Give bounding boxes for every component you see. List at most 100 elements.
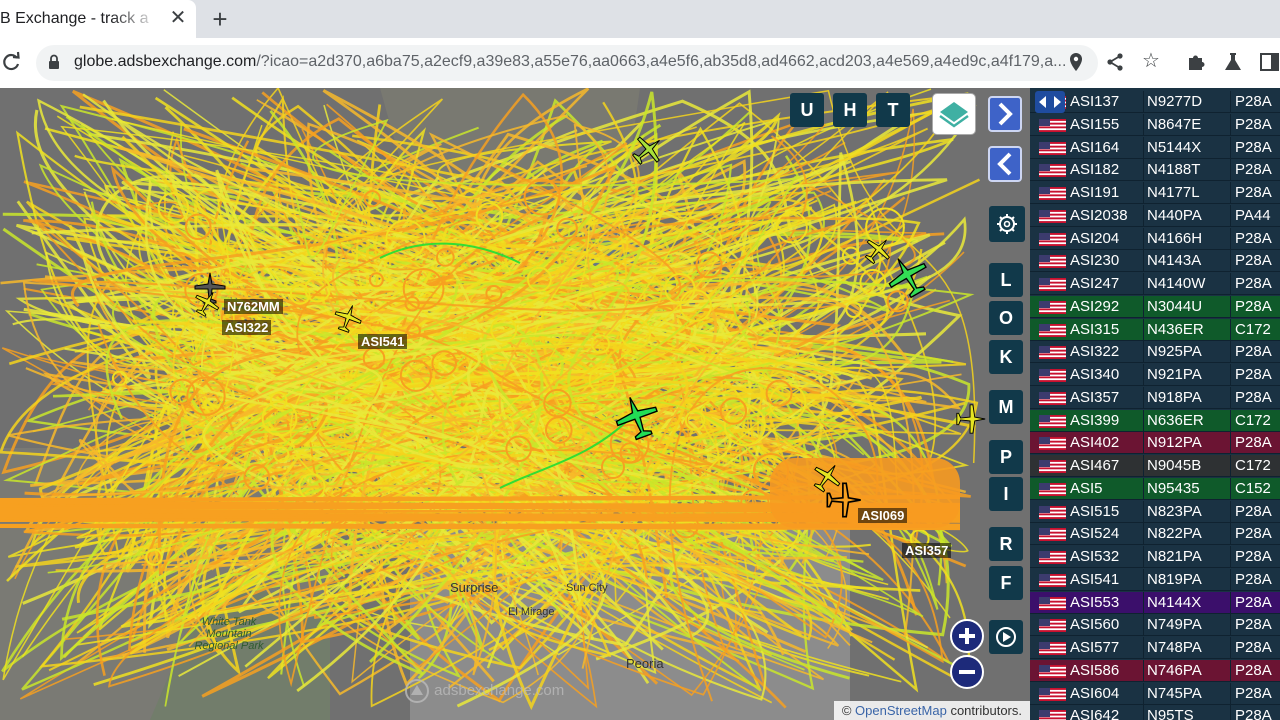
url-query: /?icao=a2d370,a6ba75,a2ecf9,a39e83,a55e7… (256, 53, 1067, 70)
table-row[interactable]: ASI155 N8647E P28A (1030, 113, 1280, 136)
aircraft-label[interactable]: ASI322 (222, 320, 272, 335)
callsign-cell: ASI553 (1070, 593, 1120, 611)
callsign-cell: ASI230 (1070, 252, 1120, 270)
aircraft-label[interactable]: ASI069 (858, 508, 908, 523)
column-divider (1143, 113, 1144, 136)
attribution-copyright: © (841, 703, 852, 718)
table-row[interactable]: ASI2038 N440PA PA44 (1030, 204, 1280, 227)
flight-map[interactable]: Surprise Sun City El Mirage White Tank M… (0, 88, 1030, 720)
column-divider (1230, 273, 1231, 295)
table-row[interactable]: ASI204 N4166H P28A (1030, 227, 1280, 250)
table-row[interactable]: ASI399 N636ER C172 (1030, 409, 1280, 432)
table-row[interactable]: ASI642 N95TS P28A (1030, 705, 1280, 720)
toggle-r-button[interactable]: R (989, 527, 1023, 561)
table-row[interactable]: ASI553 N4144X P28A (1030, 591, 1280, 614)
aircraft-type-cell: PA44 (1235, 206, 1271, 224)
expand-panel-button[interactable] (988, 96, 1022, 132)
table-row[interactable]: ASI340 N921PA P28A (1030, 364, 1280, 386)
aircraft-icon[interactable] (332, 302, 364, 334)
toggle-m-button[interactable]: M (989, 390, 1023, 424)
toggle-i-button[interactable]: I (989, 477, 1023, 511)
zoom-out-button[interactable] (950, 655, 984, 689)
callsign-cell: ASI642 (1070, 707, 1120, 720)
table-row[interactable]: ASI586 N746PA P28A (1030, 659, 1280, 682)
replay-button[interactable] (989, 620, 1023, 654)
table-row[interactable]: ASI5 N95435 C152 (1030, 477, 1280, 500)
column-divider (1230, 477, 1231, 500)
table-row[interactable]: ASI577 N748PA P28A (1030, 637, 1280, 659)
aircraft-icon[interactable] (192, 288, 222, 318)
table-row[interactable]: ASI515 N823PA P28A (1030, 500, 1280, 523)
us-flag-icon (1039, 551, 1066, 564)
url-text[interactable]: globe.adsbexchange.com/?icao=a2d370,a6ba… (74, 53, 1084, 71)
table-row[interactable]: ASI292 N3044U P28A (1030, 295, 1280, 318)
toggle-f-button[interactable]: F (989, 566, 1023, 600)
us-flag-icon (1039, 164, 1066, 178)
aircraft-label[interactable]: ASI357 (902, 543, 952, 558)
table-row[interactable]: ASI357 N918PA P28A (1030, 386, 1280, 409)
aircraft-icon[interactable] (630, 132, 666, 168)
callsign-cell: ASI137 (1070, 93, 1120, 110)
toggle-o-button[interactable]: O (989, 301, 1023, 335)
table-row[interactable]: ASI541 N819PA P28A (1030, 568, 1280, 591)
column-divider (1143, 386, 1144, 409)
toggle-k-button[interactable]: K (989, 340, 1023, 374)
table-row[interactable]: ASI560 N749PA P28A (1030, 614, 1280, 637)
browser-tab[interactable]: B Exchange - track a ✕ (0, 0, 196, 38)
column-divider (1230, 705, 1231, 720)
callsign-cell: ASI191 (1070, 184, 1120, 201)
table-row[interactable]: ASI524 N822PA P28A (1030, 523, 1280, 546)
location-pin-icon[interactable] (1068, 52, 1084, 72)
aircraft-icon[interactable] (612, 392, 662, 442)
table-row[interactable]: ASI604 N745PA P28A (1030, 682, 1280, 705)
column-divider (1143, 546, 1144, 568)
toggle-l-button[interactable]: L (989, 263, 1023, 297)
column-divider (1143, 136, 1144, 159)
aircraft-label[interactable]: N762MM (224, 299, 283, 314)
chevron-right-icon (998, 102, 1013, 126)
table-row[interactable]: ASI532 N821PA P28A (1030, 546, 1280, 568)
tab-close-icon[interactable]: ✕ (166, 6, 190, 30)
table-row[interactable]: ASI164 N5144X P28A (1030, 136, 1280, 159)
aircraft-type-cell: P28A (1235, 548, 1272, 565)
lock-icon[interactable] (48, 54, 60, 70)
table-row[interactable]: ASI467 N9045B C172 (1030, 455, 1280, 477)
aircraft-icon[interactable] (954, 402, 988, 436)
address-bar[interactable]: globe.adsbexchange.com/?icao=a2d370,a6ba… (36, 45, 1098, 81)
zoom-in-button[interactable] (950, 619, 984, 653)
openstreetmap-link[interactable]: OpenStreetMap (855, 703, 947, 718)
aircraft-label[interactable]: ASI541 (358, 334, 408, 349)
side-panel-icon[interactable] (1260, 52, 1280, 72)
bookmark-star-icon[interactable]: ☆ (1142, 48, 1160, 73)
collapse-panel-button[interactable] (988, 146, 1022, 182)
table-row[interactable]: ASI182 N4188T P28A (1030, 159, 1280, 182)
table-row[interactable]: ASI402 N912PA P28A (1030, 432, 1280, 455)
labs-flask-icon[interactable] (1224, 52, 1242, 72)
column-divider (1143, 182, 1144, 204)
toggle-u-button[interactable]: U (790, 93, 824, 127)
reload-icon[interactable] (0, 50, 22, 74)
column-divider (1230, 341, 1231, 364)
column-divider (1230, 364, 1231, 386)
table-row[interactable]: ASI191 N4177L P28A (1030, 182, 1280, 204)
aircraft-icon[interactable] (884, 252, 932, 300)
table-row[interactable]: ASI230 N4143A P28A (1030, 250, 1280, 273)
table-row[interactable]: ASI322 N925PA P28A (1030, 341, 1280, 364)
table-row[interactable]: ASI137 N9277D P28A (1030, 91, 1280, 113)
resize-table-button[interactable] (1035, 91, 1065, 113)
aircraft-type-cell: P28A (1235, 388, 1272, 406)
extensions-puzzle-icon[interactable] (1186, 52, 1206, 72)
new-tab-button[interactable]: + (206, 5, 234, 33)
toggle-t-button[interactable]: T (876, 93, 910, 127)
settings-button[interactable] (989, 206, 1025, 242)
toggle-p-button[interactable]: P (989, 440, 1023, 474)
share-icon[interactable] (1106, 52, 1124, 72)
toggle-h-button[interactable]: H (833, 93, 867, 127)
aircraft-type-cell: C172 (1235, 457, 1271, 474)
table-row[interactable]: ASI315 N436ER C172 (1030, 318, 1280, 341)
registration-cell: N819PA (1147, 570, 1202, 588)
minus-icon (959, 670, 975, 674)
aircraft-type-cell: P28A (1235, 616, 1272, 634)
table-row[interactable]: ASI247 N4140W P28A (1030, 273, 1280, 295)
map-layers-button[interactable] (932, 93, 976, 135)
